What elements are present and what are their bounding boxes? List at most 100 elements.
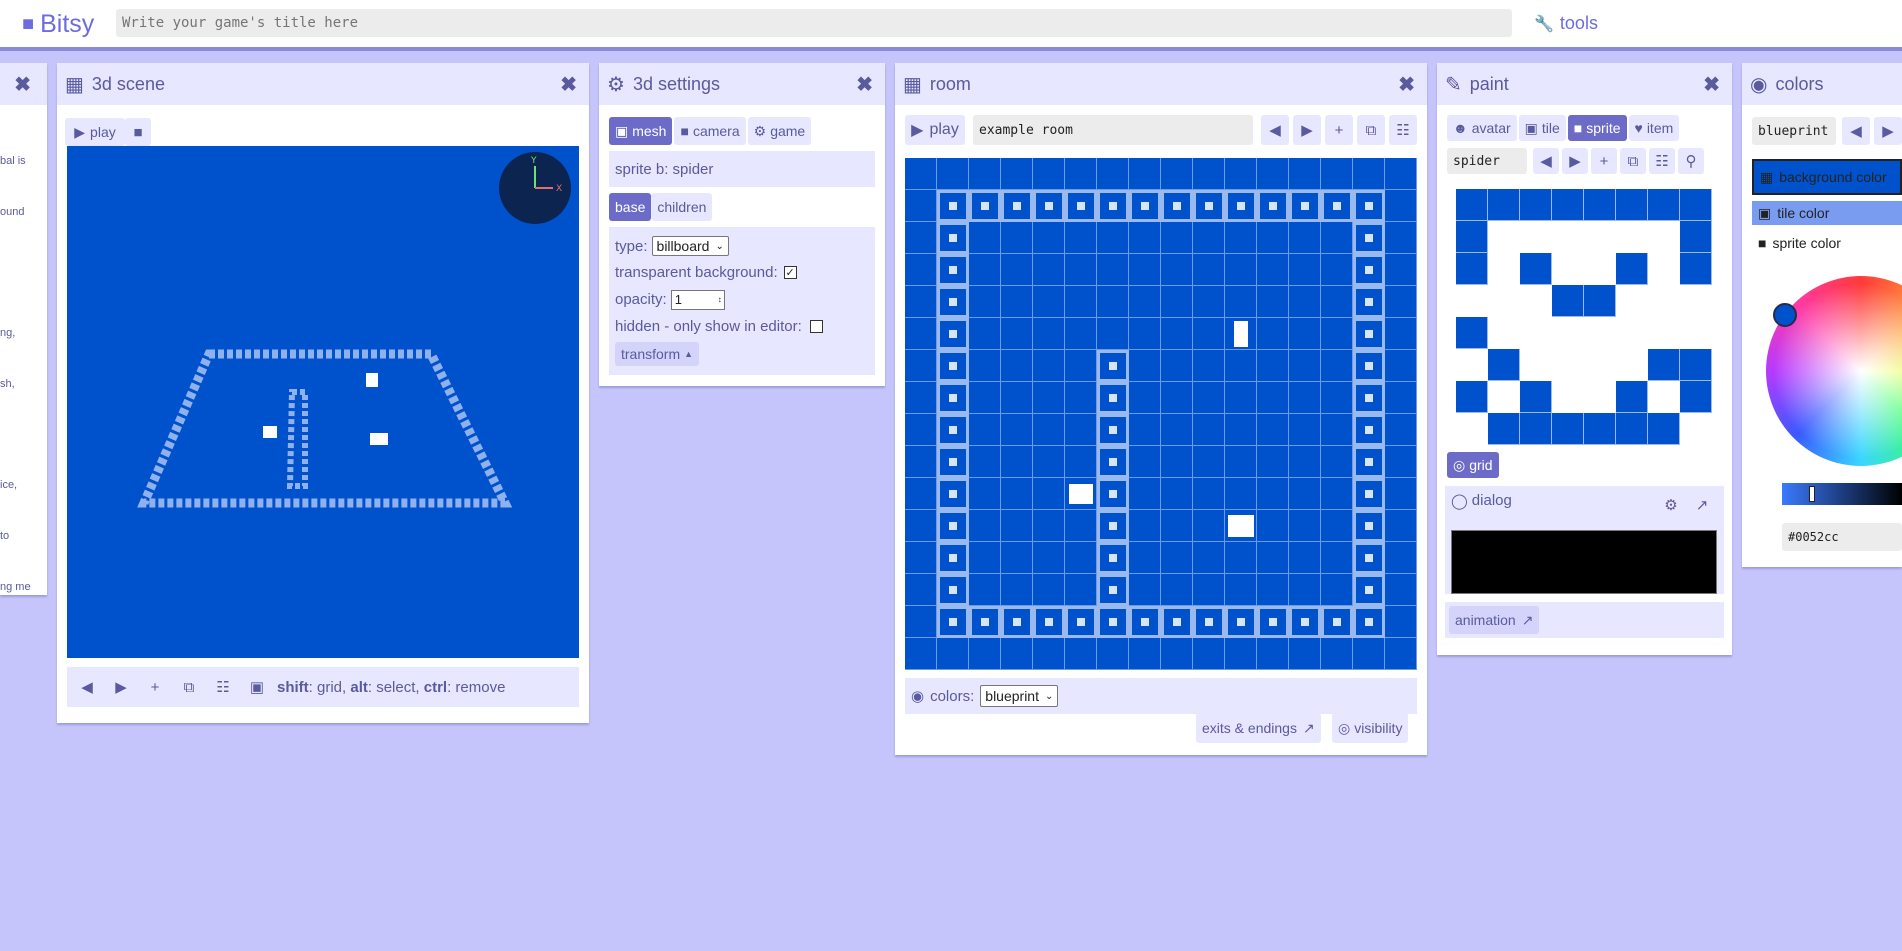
room-cell[interactable] — [1321, 382, 1353, 414]
prev-palette-button[interactable]: ◀ — [1842, 117, 1870, 145]
room-cell[interactable] — [1129, 222, 1161, 254]
room-cell[interactable] — [1385, 286, 1417, 318]
room-cell[interactable] — [1289, 158, 1321, 190]
pixel-cell[interactable] — [1520, 221, 1552, 253]
room-cell[interactable] — [1257, 254, 1289, 286]
room-cell[interactable] — [1321, 286, 1353, 318]
room-cell[interactable] — [1289, 478, 1321, 510]
pixel-cell[interactable] — [1680, 221, 1712, 253]
pixel-cell[interactable] — [1552, 317, 1584, 349]
room-cell[interactable] — [1161, 350, 1193, 382]
pixel-cell[interactable] — [1456, 285, 1488, 317]
prev-room-button[interactable]: ◀ — [1261, 115, 1289, 145]
room-cell[interactable] — [1001, 414, 1033, 446]
room-cell[interactable] — [1225, 478, 1257, 510]
room-cell[interactable] — [969, 222, 1001, 254]
close-icon[interactable]: ✖ — [856, 72, 873, 97]
transparent-checkbox[interactable]: ✓ — [783, 266, 797, 279]
room-cell[interactable] — [1385, 382, 1417, 414]
tab-mesh[interactable]: ▣ mesh — [609, 117, 673, 145]
room-cell[interactable] — [1193, 222, 1225, 254]
pixel-cell[interactable] — [1584, 413, 1616, 445]
pixel-cell[interactable] — [1648, 317, 1680, 349]
room-cell[interactable] — [1129, 446, 1161, 478]
pixel-cell[interactable] — [1488, 317, 1520, 349]
room-cell[interactable] — [1257, 574, 1289, 606]
room-cell[interactable] — [969, 638, 1001, 670]
pixel-cell[interactable] — [1456, 413, 1488, 445]
room-cell[interactable] — [1289, 382, 1321, 414]
duplicate-button[interactable]: ⧉ — [175, 673, 203, 701]
room-cell[interactable] — [1129, 510, 1161, 542]
room-cell[interactable] — [1097, 286, 1129, 318]
room-cell[interactable] — [1225, 286, 1257, 318]
room-cell[interactable] — [1193, 510, 1225, 542]
pixel-cell[interactable] — [1456, 349, 1488, 381]
room-canvas[interactable] — [905, 158, 1417, 670]
room-cell[interactable] — [1225, 254, 1257, 286]
close-icon[interactable]: ✖ — [1398, 72, 1415, 97]
room-cell[interactable] — [1001, 638, 1033, 670]
exits-endings-button[interactable]: exits & endings ↗ — [1196, 713, 1321, 743]
room-cell[interactable] — [1385, 222, 1417, 254]
next-drawing-button[interactable]: ▶ — [1562, 148, 1588, 174]
room-cell[interactable] — [1225, 222, 1257, 254]
room-cell[interactable] — [1321, 254, 1353, 286]
room-cell[interactable] — [1033, 510, 1065, 542]
dialog-open-button[interactable]: ↗ — [1688, 491, 1716, 519]
room-cell[interactable] — [1321, 478, 1353, 510]
room-cell[interactable] — [905, 542, 937, 574]
pixel-cell[interactable] — [1488, 253, 1520, 285]
room-cell[interactable] — [1257, 414, 1289, 446]
room-cell[interactable] — [905, 222, 937, 254]
tab-tile[interactable]: ▣ tile — [1518, 115, 1566, 141]
room-cell[interactable] — [1065, 318, 1097, 350]
room-cell[interactable] — [1097, 318, 1129, 350]
room-cell[interactable] — [1257, 382, 1289, 414]
room-cell[interactable] — [1001, 222, 1033, 254]
pixel-cell[interactable] — [1520, 349, 1552, 381]
duplicate-room-button[interactable]: ⧉ — [1357, 115, 1385, 145]
room-cell[interactable] — [1257, 286, 1289, 318]
close-icon[interactable]: ✖ — [1703, 72, 1720, 97]
pixel-cell[interactable] — [1584, 221, 1616, 253]
pixel-cell[interactable] — [1456, 253, 1488, 285]
play-button[interactable]: ▶ play — [905, 115, 965, 145]
pixel-cell[interactable] — [1456, 189, 1488, 221]
room-cell[interactable] — [905, 286, 937, 318]
room-cell[interactable] — [1129, 542, 1161, 574]
room-cell[interactable] — [1193, 414, 1225, 446]
pixel-cell[interactable] — [1584, 349, 1616, 381]
pixel-cell[interactable] — [1616, 189, 1648, 221]
tab-item[interactable]: ♥ item — [1628, 115, 1680, 141]
room-cell[interactable] — [1065, 254, 1097, 286]
room-cell[interactable] — [1129, 286, 1161, 318]
room-cell[interactable] — [905, 190, 937, 222]
room-cell[interactable] — [1225, 638, 1257, 670]
room-cell[interactable] — [1033, 574, 1065, 606]
room-cell[interactable] — [1161, 446, 1193, 478]
room-cell[interactable] — [1385, 638, 1417, 670]
room-cell[interactable] — [1321, 574, 1353, 606]
pixel-cell[interactable] — [1648, 413, 1680, 445]
room-cell[interactable] — [1321, 222, 1353, 254]
room-cell[interactable] — [969, 478, 1001, 510]
pixel-cell[interactable] — [1488, 381, 1520, 413]
scene-3d-viewport[interactable]: Y X — [67, 146, 579, 658]
room-cell[interactable] — [1289, 318, 1321, 350]
room-cell[interactable] — [905, 606, 937, 638]
room-cell[interactable] — [969, 414, 1001, 446]
palette-name-input[interactable]: blueprint — [1752, 117, 1836, 145]
add-drawing-button[interactable]: + — [1591, 148, 1617, 174]
room-cell[interactable] — [1257, 158, 1289, 190]
room-cell[interactable] — [905, 446, 937, 478]
room-cell[interactable] — [1001, 574, 1033, 606]
color-wheel-handle[interactable] — [1773, 303, 1797, 327]
tab-sprite[interactable]: ■ sprite — [1567, 115, 1627, 141]
room-cell[interactable] — [1257, 350, 1289, 382]
room-cell[interactable] — [1193, 478, 1225, 510]
room-cell[interactable] — [1193, 542, 1225, 574]
room-cell[interactable] — [1321, 158, 1353, 190]
room-cell[interactable] — [1321, 510, 1353, 542]
delete-room-button[interactable]: ☷ — [1389, 115, 1417, 145]
